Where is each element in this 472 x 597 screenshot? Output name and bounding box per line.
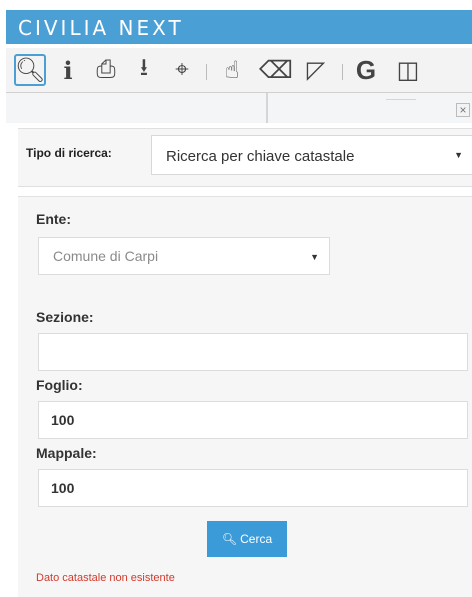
split-view-icon[interactable]: ◫ <box>392 54 424 86</box>
search-icon[interactable]: 🔍︎ <box>14 54 46 86</box>
mappale-input[interactable]: 100 <box>38 469 468 507</box>
map-road <box>386 99 416 100</box>
toolbar-separator <box>206 64 207 80</box>
search-type-panel: Tipo di ricerca: Ricerca per chiave cata… <box>18 128 472 187</box>
map-area <box>6 93 472 123</box>
app-header: CIVILIA NEXT <box>6 10 472 44</box>
search-icon: 🔍︎ <box>221 532 238 546</box>
search-button[interactable]: 🔍︎ Cerca <box>207 521 287 557</box>
print-icon[interactable]: ⎙ <box>90 54 122 86</box>
eraser-icon[interactable]: ⌫ <box>259 54 293 86</box>
info-icon[interactable]: i <box>52 54 84 86</box>
foglio-label: Foglio: <box>36 377 83 393</box>
map-road <box>266 93 268 123</box>
search-form: Ente: Comune di Carpi ▼ Sezione: Foglio:… <box>18 196 472 597</box>
dropdown-caret-icon: ▼ <box>454 150 463 160</box>
search-button-label: Cerca <box>240 532 273 546</box>
foglio-input[interactable]: 100 <box>38 401 468 439</box>
download-icon[interactable]: ⭳ <box>128 54 160 86</box>
dropdown-caret-icon: ▼ <box>310 252 319 262</box>
mappale-label: Mappale: <box>36 445 97 461</box>
hand-pointer-icon[interactable]: ☝ <box>216 54 248 86</box>
search-type-select[interactable]: Ricerca per chiave catastale ▼ <box>151 135 472 175</box>
close-button[interactable]: × <box>456 103 470 117</box>
ente-label: Ente: <box>36 211 71 227</box>
app-title: CIVILIA NEXT <box>18 16 184 40</box>
google-icon[interactable]: G <box>350 54 382 86</box>
toolbar: 🔍︎ i ⎙ ⭳ ⌖ ☝ ⌫ ◸ G ◫ <box>6 48 472 93</box>
locate-icon[interactable]: ⌖ <box>166 54 198 86</box>
ente-selected: Comune di Carpi <box>53 248 159 264</box>
search-type-label: Tipo di ricerca: <box>26 146 112 160</box>
toolbar-separator <box>342 64 343 80</box>
ente-select[interactable]: Comune di Carpi ▼ <box>38 237 330 275</box>
search-type-selected: Ricerca per chiave catastale <box>166 148 355 165</box>
sezione-label: Sezione: <box>36 309 94 325</box>
sezione-input[interactable] <box>38 333 468 371</box>
error-message: Dato catastale non esistente <box>36 572 175 584</box>
corner-icon[interactable]: ◸ <box>300 54 332 86</box>
